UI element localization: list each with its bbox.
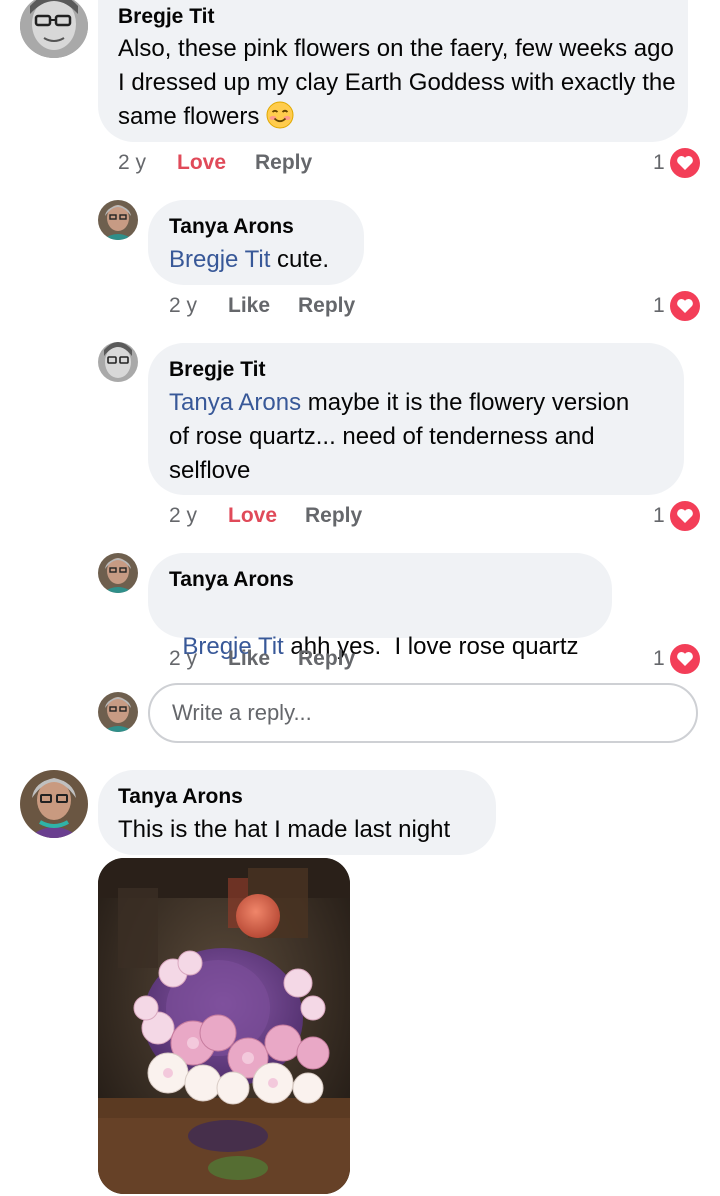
reaction-count[interactable]: 1 (653, 647, 665, 671)
knitted-hat-photo[interactable] (98, 858, 350, 1194)
avatar-tanya-arons (98, 692, 138, 732)
like-button[interactable]: Like (228, 647, 270, 671)
comment-text: Tanya Arons maybe it is the flowery vers… (169, 389, 630, 484)
avatar-tanya-arons[interactable] (20, 770, 88, 838)
avatar-tanya-arons[interactable] (98, 200, 138, 240)
heart-icon[interactable] (668, 642, 702, 676)
like-button[interactable]: Like (228, 294, 270, 318)
comment-timestamp[interactable]: 2 y (169, 294, 197, 318)
blush-emoji-icon (266, 101, 294, 129)
heart-icon[interactable] (668, 289, 702, 323)
comment-text: Also, these pink flowers on the faery, f… (118, 35, 676, 130)
comment-timestamp[interactable]: 2 y (169, 504, 197, 528)
comment-author[interactable]: Bregje Tit (169, 358, 265, 382)
comment-author[interactable]: Tanya Arons (169, 215, 294, 239)
love-button[interactable]: Love (228, 504, 277, 528)
reply-input-container[interactable] (148, 683, 698, 743)
comment-author[interactable]: Tanya Arons (118, 785, 243, 809)
comment-text: This is the hat I made last night (118, 816, 451, 843)
reaction-count[interactable]: 1 (653, 504, 665, 528)
comment-text: Bregje Tit cute. (169, 246, 330, 273)
love-button[interactable]: Love (177, 151, 226, 175)
reaction-count[interactable]: 1 (653, 294, 665, 318)
reply-input[interactable] (170, 699, 674, 727)
reply-button[interactable]: Reply (255, 151, 312, 175)
comment-timestamp[interactable]: 2 y (118, 151, 146, 175)
reply-button[interactable]: Reply (305, 504, 362, 528)
comment-author[interactable]: Tanya Arons (169, 568, 294, 592)
heart-icon[interactable] (668, 499, 702, 533)
avatar-tanya-arons[interactable] (98, 553, 138, 593)
mention-link[interactable]: Bregje Tit (169, 246, 270, 273)
comment-author[interactable]: Bregje Tit (118, 5, 214, 29)
reaction-count[interactable]: 1 (653, 151, 665, 175)
avatar-bregje-tit[interactable] (20, 0, 88, 58)
avatar-bregje-tit[interactable] (98, 342, 138, 382)
mention-link[interactable]: Tanya Arons (169, 389, 301, 416)
heart-icon[interactable] (668, 146, 702, 180)
comment-timestamp[interactable]: 2 y (169, 647, 197, 671)
reply-button[interactable]: Reply (298, 294, 355, 318)
reply-button[interactable]: Reply (298, 647, 355, 671)
